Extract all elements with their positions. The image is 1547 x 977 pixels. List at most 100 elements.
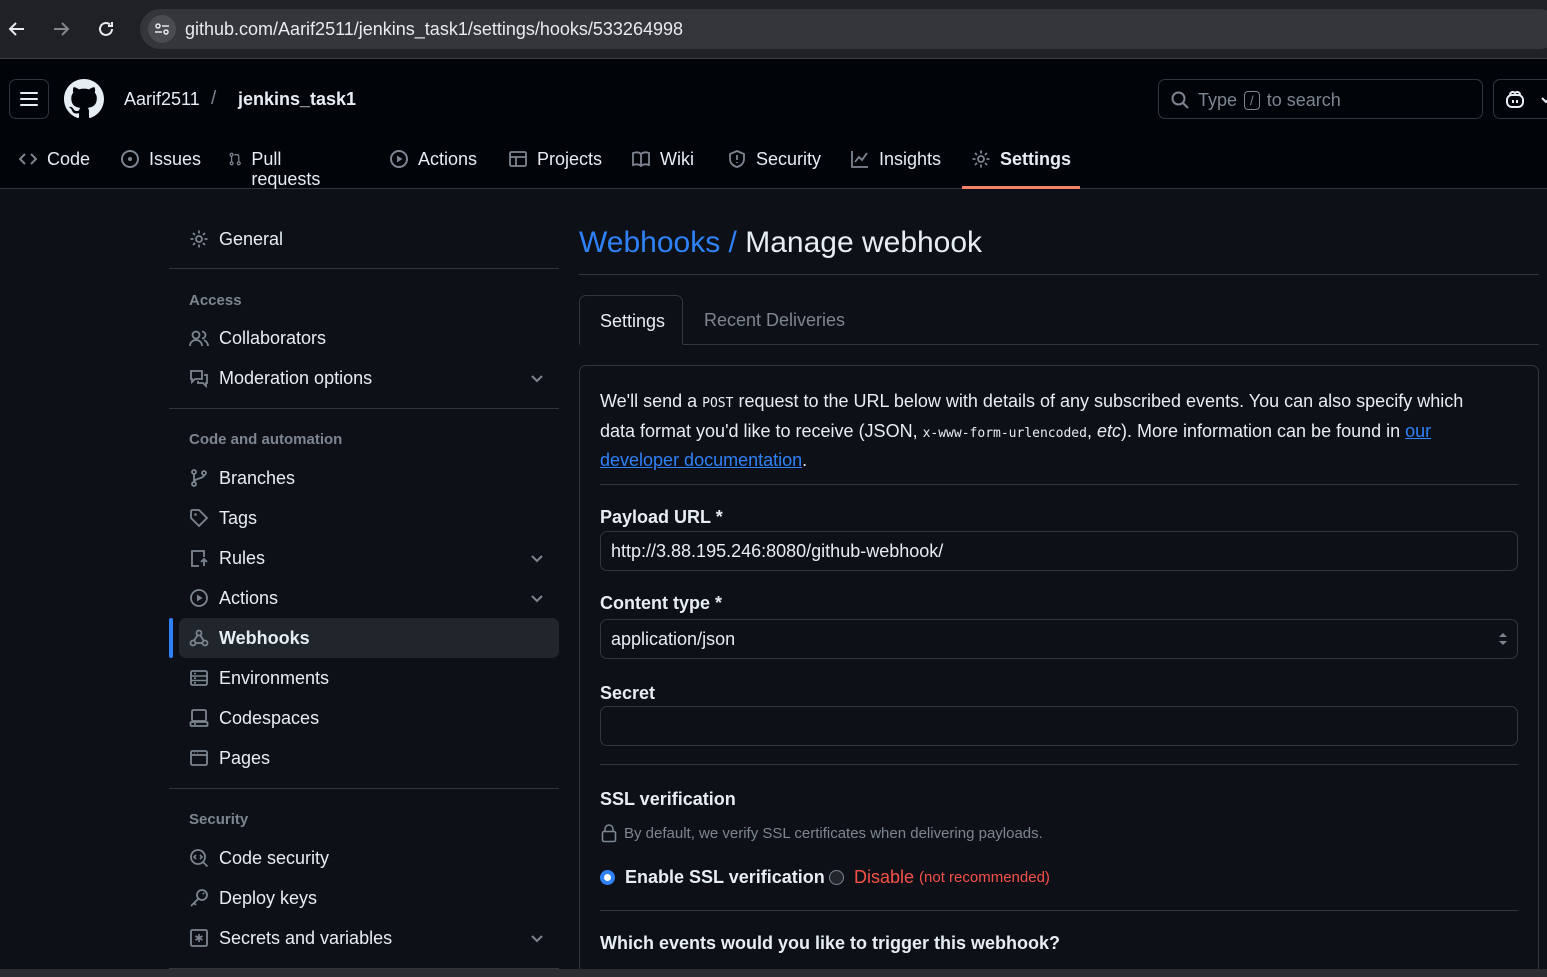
play-icon bbox=[390, 150, 408, 168]
active-indicator bbox=[169, 618, 173, 658]
payload-url-label: Payload URL * bbox=[600, 507, 723, 527]
code-icon bbox=[18, 153, 38, 165]
github-logo-icon[interactable] bbox=[64, 79, 104, 119]
chevron-down-icon bbox=[531, 555, 543, 563]
sidebar-item-collaborators[interactable]: Collaborators bbox=[179, 318, 559, 358]
codespaces-icon bbox=[189, 709, 209, 727]
tab-security[interactable]: Security bbox=[727, 139, 821, 189]
form-divider bbox=[600, 764, 1518, 765]
events-question: Which events would you like to trigger t… bbox=[600, 933, 1061, 953]
sidebar-item-secrets[interactable]: Secrets and variables bbox=[179, 918, 559, 958]
sidebar-item-rules[interactable]: Rules bbox=[179, 538, 559, 578]
ssl-note: By default, we verify SSL certificates w… bbox=[600, 823, 1043, 843]
pull-request-icon bbox=[229, 152, 241, 166]
form-divider bbox=[600, 910, 1518, 911]
chevron-down-icon bbox=[531, 375, 543, 383]
repo-push-icon bbox=[191, 550, 208, 567]
tabnav-divider bbox=[579, 344, 1539, 345]
search-icon bbox=[1171, 91, 1189, 109]
play-icon bbox=[190, 589, 208, 607]
select-arrows-icon bbox=[1499, 633, 1507, 645]
ssl-heading: SSL verification bbox=[600, 789, 736, 809]
book-icon bbox=[632, 151, 650, 168]
hamburger-menu-button[interactable] bbox=[9, 79, 49, 119]
breadcrumb-webhooks[interactable]: Webhooks / bbox=[579, 226, 737, 259]
sidebar-divider bbox=[169, 408, 559, 409]
sidebar-heading-security: Security bbox=[189, 811, 249, 828]
search-placeholder: Type / to search bbox=[1198, 90, 1341, 110]
content-type-select[interactable]: application/json bbox=[600, 619, 1518, 659]
shield-icon bbox=[729, 150, 745, 168]
form-divider bbox=[600, 484, 1518, 485]
intro-text: We'll send a POST request to the URL bel… bbox=[600, 391, 1464, 470]
codescan-icon bbox=[190, 849, 209, 868]
browser-icon bbox=[190, 750, 208, 766]
address-url[interactable]: github.com/Aarif2511/jenkins_task1/setti… bbox=[185, 19, 683, 40]
back-arrow-icon[interactable] bbox=[2, 14, 32, 44]
ssl-enable-radio[interactable]: Enable SSL verification bbox=[600, 867, 825, 888]
tab-webhook-settings[interactable]: Settings bbox=[579, 295, 683, 345]
reload-icon[interactable] bbox=[91, 14, 121, 44]
tab-projects[interactable]: Projects bbox=[508, 139, 602, 189]
sidebar-item-actions[interactable]: Actions bbox=[179, 578, 559, 618]
lock-icon bbox=[601, 824, 617, 843]
radio-unselected-icon bbox=[829, 870, 844, 885]
secret-input[interactable] bbox=[600, 706, 1518, 746]
forward-arrow-icon[interactable] bbox=[46, 14, 76, 44]
sidebar-divider bbox=[169, 268, 559, 269]
tab-insights[interactable]: Insights bbox=[850, 139, 941, 189]
server-icon bbox=[190, 670, 208, 686]
address-bar[interactable]: github.com/Aarif2511/jenkins_task1/setti… bbox=[140, 9, 1547, 49]
secret-label: Secret bbox=[600, 683, 656, 703]
sidebar-heading-access: Access bbox=[189, 292, 242, 309]
sidebar-divider bbox=[169, 788, 559, 789]
gear-icon bbox=[972, 150, 990, 168]
sidebar-item-codespaces[interactable]: Codespaces bbox=[179, 698, 559, 738]
tab-pull-requests[interactable]: Pull requests bbox=[228, 139, 326, 189]
key-icon bbox=[190, 889, 208, 907]
payload-url-input[interactable]: http://3.88.195.246:8080/github-webhook/ bbox=[600, 531, 1518, 571]
page-title-text: Manage webhook bbox=[745, 226, 983, 259]
sidebar-item-moderation[interactable]: Moderation options bbox=[179, 358, 559, 398]
copilot-button[interactable] bbox=[1493, 79, 1547, 119]
tab-code[interactable]: Code bbox=[18, 139, 90, 189]
search-shortcut-key: / bbox=[1244, 91, 1260, 110]
site-settings-icon[interactable] bbox=[148, 15, 176, 43]
sidebar-item-webhooks[interactable]: Webhooks bbox=[179, 618, 559, 658]
webhook-icon bbox=[189, 629, 209, 647]
copilot-icon bbox=[1506, 90, 1524, 108]
git-branch-icon bbox=[191, 469, 207, 487]
tag-icon bbox=[190, 509, 209, 528]
ssl-disable-radio[interactable]: Disable (not recommended) bbox=[829, 867, 1050, 888]
tab-wiki[interactable]: Wiki bbox=[631, 139, 694, 189]
sidebar-item-deploy-keys[interactable]: Deploy keys bbox=[179, 878, 559, 918]
sidebar-item-environments[interactable]: Environments bbox=[179, 658, 559, 698]
page-title: Webhooks / Manage webhook bbox=[579, 226, 982, 260]
sidebar-item-tags[interactable]: Tags bbox=[179, 498, 559, 538]
repo-name-link[interactable]: jenkins_task1 bbox=[238, 89, 356, 110]
sidebar-item-code-security[interactable]: Code security bbox=[179, 838, 559, 878]
chevron-down-icon bbox=[531, 595, 543, 603]
sidebar-item-branches[interactable]: Branches bbox=[179, 458, 559, 498]
hamburger-icon bbox=[20, 92, 38, 106]
repo-owner-link[interactable]: Aarif2511 bbox=[124, 89, 200, 110]
tab-settings[interactable]: Settings bbox=[962, 139, 1081, 189]
window-bottom-edge bbox=[0, 969, 1547, 977]
sidebar-heading-code-automation: Code and automation bbox=[189, 431, 343, 448]
people-icon bbox=[189, 330, 209, 347]
sidebar-item-pages[interactable]: Pages bbox=[179, 738, 559, 778]
content-type-label: Content type * bbox=[600, 593, 723, 613]
radio-selected-icon bbox=[600, 870, 615, 885]
tab-recent-deliveries[interactable]: Recent Deliveries bbox=[704, 310, 845, 331]
tab-actions[interactable]: Actions bbox=[389, 139, 477, 189]
comment-discussion-icon bbox=[190, 370, 208, 388]
content-type-value: application/json bbox=[611, 629, 736, 649]
sidebar-item-general[interactable]: General bbox=[179, 219, 559, 259]
search-input[interactable]: Type / to search bbox=[1158, 79, 1483, 119]
gear-icon bbox=[190, 230, 208, 248]
table-icon bbox=[509, 151, 527, 167]
asterisk-icon bbox=[190, 929, 208, 947]
chevron-down-icon bbox=[1541, 97, 1547, 104]
repo-header: Aarif2511 / jenkins_task1 Type / to sear… bbox=[0, 59, 1547, 189]
tab-issues[interactable]: Issues bbox=[120, 139, 201, 189]
